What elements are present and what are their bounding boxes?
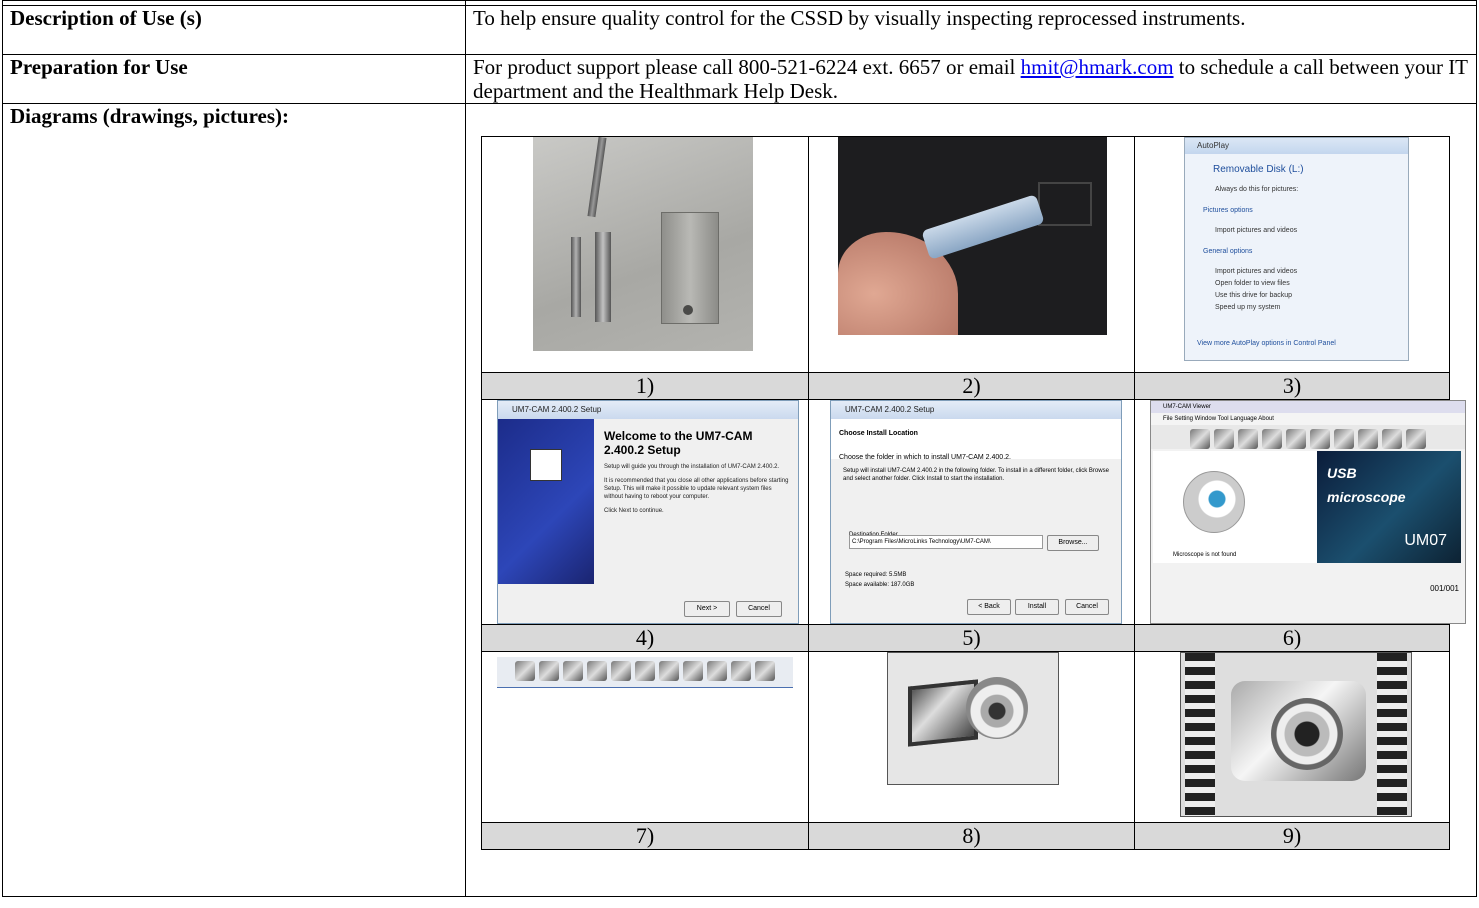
autoplay-backup: Use this drive for backup (1215, 292, 1293, 299)
autoplay-drive: Removable Disk (L:) (1213, 164, 1304, 175)
figure-caption: 7) (481, 822, 809, 850)
figure-7 (481, 651, 809, 823)
figure-grid: AutoPlay Removable Disk (L:) Always do t… (481, 136, 1466, 850)
figure-5: UM7-CAM 2.400.2 Setup Choose Install Loc… (808, 399, 1135, 625)
figure-caption: 4) (481, 624, 809, 652)
table-row: Description of Use (s) To help ensure qu… (2, 5, 1477, 55)
autoplay-pictures-options: Pictures options (1203, 207, 1253, 214)
browse-button: Browse... (1047, 535, 1099, 551)
autoplay-dialog: AutoPlay Removable Disk (L:) Always do t… (1184, 137, 1409, 361)
toolbar-image (497, 657, 793, 688)
figure-6: UM7-CAM Viewer File Setting Window Tool … (1134, 399, 1466, 625)
figure-caption: 3) (1134, 372, 1450, 400)
autoplay-open-folder: Open folder to view files (1215, 280, 1290, 287)
monitor-webcam-icon (887, 652, 1059, 785)
figure-caption: 1) (481, 372, 809, 400)
figure-caption: 8) (808, 822, 1135, 850)
figure-caption: 2) (808, 372, 1135, 400)
viewer-toolbar (1151, 425, 1465, 449)
figure-4: UM7-CAM 2.400.2 Setup Welcome to the UM7… (481, 399, 809, 625)
preparation-text: For product support please call 800-521-… (465, 54, 1477, 104)
autoplay-more-link: View more AutoPlay options in Control Pa… (1197, 340, 1336, 347)
install-button: Install (1015, 599, 1059, 615)
usb-insert-photo (838, 137, 1107, 335)
autoplay-always: Always do this for pictures: (1215, 186, 1299, 193)
viewer-title: UM7-CAM Viewer (1151, 401, 1465, 413)
setup-location-title: UM7-CAM 2.400.2 Setup (831, 401, 1121, 419)
figure-2 (808, 136, 1135, 373)
viewer-screen: Microscope is not found USB microscope U… (1153, 451, 1461, 563)
caption-row-2: 4) 5) 6) (481, 624, 1450, 652)
camera-mascot-icon (1183, 471, 1245, 533)
figure-9 (1134, 651, 1450, 823)
figure-caption: 5) (808, 624, 1135, 652)
setup-welcome-body-1: Setup will guide you through the install… (604, 464, 780, 470)
figure-1 (481, 136, 809, 373)
back-button: < Back (967, 599, 1011, 615)
caption-row-3: 7) 8) 9) (481, 822, 1450, 850)
autoplay-import-2: Import pictures and videos (1215, 268, 1298, 275)
figure-row-1: AutoPlay Removable Disk (L:) Always do t… (481, 136, 1450, 373)
setup-welcome-heading: Welcome to the UM7-CAM 2.400.2 Setup (604, 429, 753, 457)
space-available: Space available: 187.0GB (845, 582, 915, 588)
autoplay-speed: Speed up my system (1215, 304, 1281, 311)
description-label: Description of Use (s) (2, 5, 466, 55)
viewer-counter: 001/001 (1430, 584, 1459, 593)
support-email-link[interactable]: hmit@hmark.com (1021, 55, 1174, 79)
figure-3: AutoPlay Removable Disk (L:) Always do t… (1134, 136, 1450, 373)
viewer-window: UM7-CAM Viewer File Setting Window Tool … (1150, 400, 1466, 624)
setup-location-dialog: UM7-CAM 2.400.2 Setup Choose Install Loc… (830, 400, 1122, 624)
description-text: To help ensure quality control for the C… (465, 5, 1477, 55)
banner-brand-1: USB (1327, 465, 1357, 481)
preparation-text-before: For product support please call 800-521-… (473, 55, 1021, 79)
autoplay-title: AutoPlay (1185, 138, 1408, 154)
viewer-status: Microscope is not found (1173, 552, 1237, 558)
table-row: Diagrams (drawings, pictures): AutoPlay … (2, 103, 1477, 897)
viewer-menu: File Setting Window Tool Language About (1151, 413, 1465, 425)
figure-row-3 (481, 651, 1450, 823)
preparation-label: Preparation for Use (2, 54, 466, 104)
setup-welcome-title: UM7-CAM 2.400.2 Setup (498, 401, 798, 419)
setup-next-button: Next > (684, 601, 730, 617)
setup-location-sub: Choose the folder in which to install UM… (839, 454, 1011, 461)
autoplay-general-options: General options (1203, 248, 1253, 255)
figure-caption: 9) (1134, 822, 1450, 850)
setup-welcome-body-2: It is recommended that you close all oth… (604, 478, 789, 500)
banner-brand-2: microscope (1327, 489, 1406, 505)
document-page: Description of Use (s) To help ensure qu… (2, 0, 1477, 908)
banner-model: UM07 (1404, 532, 1447, 549)
setup-welcome-body-3: Click Next to continue. (604, 508, 664, 514)
setup-cancel-button: Cancel (736, 601, 782, 617)
cancel-button: Cancel (1065, 599, 1109, 615)
figure-8 (808, 651, 1135, 823)
instructions-table: Description of Use (s) To help ensure qu… (2, 0, 1477, 897)
caption-row-1: 1) 2) 3) (481, 372, 1450, 400)
setup-side-banner (498, 419, 594, 584)
setup-location-heading: Choose Install Location (839, 430, 918, 437)
setup-welcome-dialog: UM7-CAM 2.400.2 Setup Welcome to the UM7… (497, 400, 799, 624)
table-row: Preparation for Use For product support … (2, 54, 1477, 104)
diagrams-cell: AutoPlay Removable Disk (L:) Always do t… (465, 103, 1477, 897)
install-path-field: C:\Program Files\MicroLinks Technology\U… (849, 535, 1043, 549)
diagrams-label: Diagrams (drawings, pictures): (2, 103, 466, 897)
parts-photo (533, 137, 753, 351)
autoplay-import-1: Import pictures and videos (1215, 227, 1298, 234)
figure-caption: 6) (1134, 624, 1450, 652)
camera-film-icon (1180, 652, 1412, 817)
installer-icon (530, 449, 562, 481)
usb-microscope-banner: USB microscope UM07 (1317, 451, 1461, 563)
figure-row-2: UM7-CAM 2.400.2 Setup Welcome to the UM7… (481, 399, 1466, 625)
